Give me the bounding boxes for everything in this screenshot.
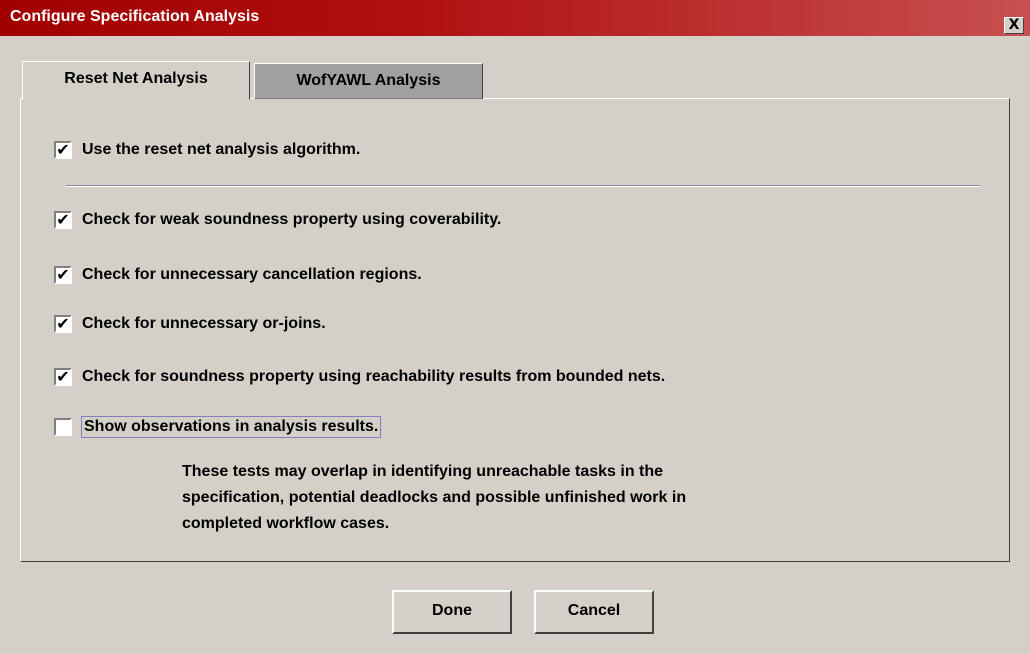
option-cancellation-regions[interactable]: ✔ Check for unnecessary cancellation reg… (54, 264, 422, 286)
checkbox[interactable]: ✔ (54, 367, 72, 386)
title-bar[interactable]: Configure Specification Analysis X (0, 0, 1030, 36)
tab-label: Reset Net Analysis (64, 70, 208, 87)
done-button[interactable]: Done (392, 590, 512, 634)
option-use-reset-net[interactable]: ✔ Use the reset net analysis algorithm. (54, 139, 360, 161)
tab-label: WofYAWL Analysis (296, 72, 441, 89)
option-label: Check for soundness property using reach… (82, 368, 666, 385)
checkbox[interactable]: ✔ (54, 265, 72, 284)
checkmark-icon: ✔ (56, 314, 70, 333)
close-button[interactable]: X (1004, 17, 1024, 34)
tab-reset-net-analysis[interactable]: Reset Net Analysis (22, 61, 250, 100)
checkmark-icon: ✔ (56, 265, 70, 284)
separator (66, 185, 980, 187)
option-label: Use the reset net analysis algorithm. (82, 141, 361, 158)
option-label: Check for weak soundness property using … (82, 211, 502, 228)
tab-wofyawl-analysis[interactable]: WofYAWL Analysis (254, 63, 483, 99)
option-or-joins[interactable]: ✔ Check for unnecessary or-joins. (54, 313, 326, 335)
checkbox[interactable]: ✔ (54, 210, 72, 229)
checkbox[interactable]: ✔ (54, 140, 72, 159)
option-soundness-reachability[interactable]: ✔ Check for soundness property using rea… (54, 366, 665, 388)
checkmark-icon: ✔ (56, 367, 70, 386)
checkbox[interactable]: ✔ (54, 314, 72, 333)
cancel-label: Cancel (567, 602, 621, 619)
option-show-observations[interactable]: Show observations in analysis results. (54, 416, 382, 438)
note-line: These tests may overlap in identifying u… (182, 463, 664, 480)
close-icon: X (1008, 17, 1020, 33)
option-weak-soundness[interactable]: ✔ Check for weak soundness property usin… (54, 209, 501, 231)
done-label: Done (432, 602, 472, 619)
checkbox[interactable] (54, 418, 72, 436)
checkmark-icon: ✔ (56, 140, 70, 159)
note-line: completed workflow cases. (182, 515, 390, 532)
checkmark-icon: ✔ (56, 210, 70, 229)
info-note: These tests may overlap in identifying u… (182, 459, 872, 537)
note-line: specification, potential deadlocks and p… (182, 489, 687, 506)
option-label: Check for unnecessary cancellation regio… (82, 266, 422, 283)
cancel-button[interactable]: Cancel (534, 590, 654, 634)
option-label: Show observations in analysis results. (80, 416, 382, 438)
window-title: Configure Specification Analysis (10, 8, 260, 25)
dialog-window: Configure Specification Analysis X Reset… (0, 0, 1030, 654)
option-label: Check for unnecessary or-joins. (82, 315, 326, 332)
